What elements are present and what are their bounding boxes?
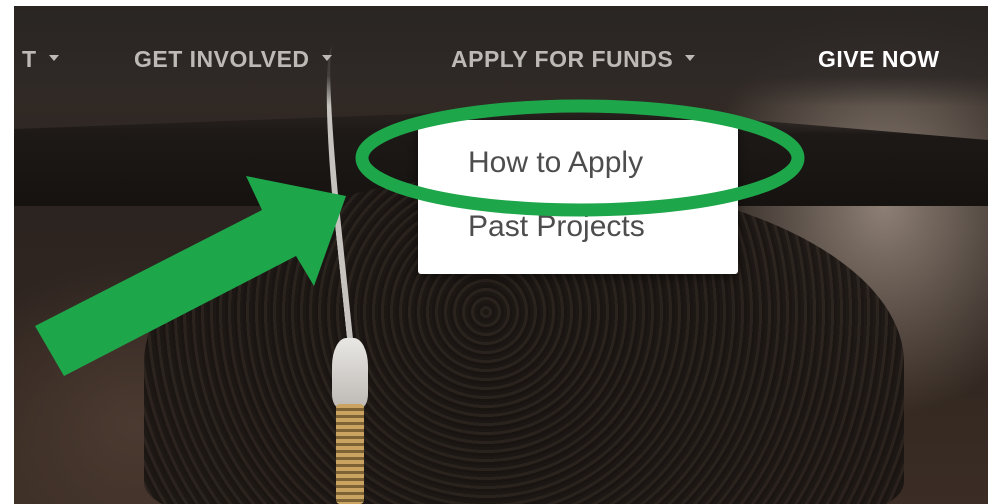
nav-item-give-now[interactable]: GIVE NOW xyxy=(818,46,940,73)
tassel-head xyxy=(332,338,368,408)
caret-down-icon xyxy=(48,54,59,61)
tassel-spring xyxy=(336,404,364,504)
nav-item-label: T xyxy=(22,46,37,72)
nav-item-apply-for-funds[interactable]: APPLY FOR FUNDS xyxy=(451,46,696,73)
caret-down-icon xyxy=(321,54,332,61)
nav-item-partial[interactable]: T xyxy=(22,46,59,73)
nav-item-label: GET INVOLVED xyxy=(134,46,310,72)
apply-for-funds-dropdown: How to Apply Past Projects xyxy=(418,120,738,274)
dropdown-item-past-projects[interactable]: Past Projects xyxy=(468,210,645,244)
caret-down-icon xyxy=(685,54,696,61)
main-navigation: T GET INVOLVED APPLY FOR FUNDS GIVE NOW xyxy=(14,6,988,106)
screenshot-frame: T GET INVOLVED APPLY FOR FUNDS GIVE NOW … xyxy=(14,6,988,504)
nav-item-label: GIVE NOW xyxy=(818,46,940,72)
nav-item-get-involved[interactable]: GET INVOLVED xyxy=(134,46,332,73)
dropdown-item-how-to-apply[interactable]: How to Apply xyxy=(468,146,643,180)
nav-item-label: APPLY FOR FUNDS xyxy=(451,46,674,72)
